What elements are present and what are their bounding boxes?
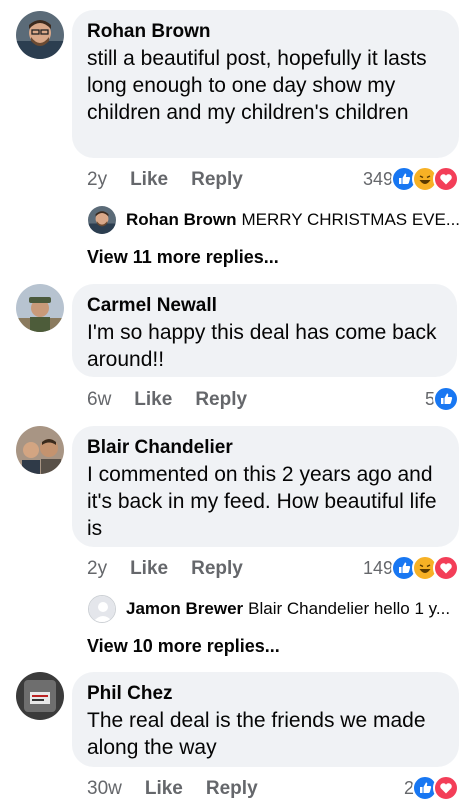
avatar[interactable]	[16, 284, 64, 332]
reactions-summary[interactable]: 5	[425, 386, 459, 412]
avatar[interactable]	[16, 672, 64, 720]
like-button[interactable]: Like	[130, 169, 168, 191]
love-icon	[433, 166, 459, 192]
comment-text: I commented on this 2 years ago and it's…	[87, 463, 437, 540]
comment-bubble: Carmel Newall I'm so happy this deal has…	[72, 284, 457, 377]
reply-preview[interactable]: Jamon Brewer Blair Chandelier hello 1 y.…	[88, 595, 450, 623]
comment-actions: 2y Like Reply	[87, 169, 266, 191]
like-button[interactable]: Like	[145, 778, 183, 800]
comment-actions: 2y Like Reply	[87, 558, 266, 580]
reply-text: Blair Chandelier hello 1 y...	[248, 599, 451, 618]
comment-actions: 30w Like Reply	[87, 778, 281, 800]
avatar[interactable]	[16, 11, 64, 59]
comment-actions: 6w Like Reply	[87, 389, 270, 411]
comment-author[interactable]: Carmel Newall	[87, 294, 441, 318]
comment-author[interactable]: Blair Chandelier	[87, 436, 443, 460]
comment-time[interactable]: 2y	[87, 169, 107, 191]
reactions-summary[interactable]: 2	[404, 775, 459, 801]
comment-text: I'm so happy this deal has come back aro…	[87, 321, 437, 371]
like-button[interactable]: Like	[130, 558, 168, 580]
avatar	[88, 595, 116, 623]
love-icon	[433, 555, 459, 581]
comment-author[interactable]: Phil Chez	[87, 682, 443, 706]
reply-preview[interactable]: Rohan Brown MERRY CHRISTMAS EVE...	[88, 206, 460, 234]
avatar[interactable]	[16, 426, 64, 474]
reply-text: MERRY CHRISTMAS EVE...	[241, 210, 461, 229]
like-icon	[433, 386, 459, 412]
comment-text: The real deal is the friends we made alo…	[87, 709, 426, 759]
comment-bubble: Blair Chandelier I commented on this 2 y…	[72, 426, 459, 547]
reply-button[interactable]: Reply	[191, 558, 243, 580]
reactions-count: 349	[362, 168, 393, 189]
comment-bubble: Rohan Brown still a beautiful post, hope…	[72, 10, 459, 158]
comment-bubble: Phil Chez The real deal is the friends w…	[72, 672, 459, 767]
reactions-summary[interactable]: 349	[363, 166, 459, 192]
reply-author[interactable]: Jamon Brewer	[126, 599, 243, 619]
view-more-replies[interactable]: View 10 more replies...	[87, 636, 280, 657]
reply-button[interactable]: Reply	[206, 778, 258, 800]
comment-text: still a beautiful post, hopefully it las…	[87, 47, 427, 124]
reply-author[interactable]: Rohan Brown	[126, 210, 237, 230]
comment-author[interactable]: Rohan Brown	[87, 20, 443, 44]
comment-time[interactable]: 30w	[87, 778, 122, 800]
reply-button[interactable]: Reply	[195, 389, 247, 411]
comment-time[interactable]: 2y	[87, 558, 107, 580]
reactions-summary[interactable]: 149	[363, 555, 459, 581]
reactions-count: 149	[362, 557, 393, 578]
love-icon	[433, 775, 459, 801]
like-button[interactable]: Like	[134, 389, 172, 411]
reply-button[interactable]: Reply	[191, 169, 243, 191]
avatar	[88, 206, 116, 234]
comment-time[interactable]: 6w	[87, 389, 111, 411]
view-more-replies[interactable]: View 11 more replies...	[87, 247, 279, 268]
